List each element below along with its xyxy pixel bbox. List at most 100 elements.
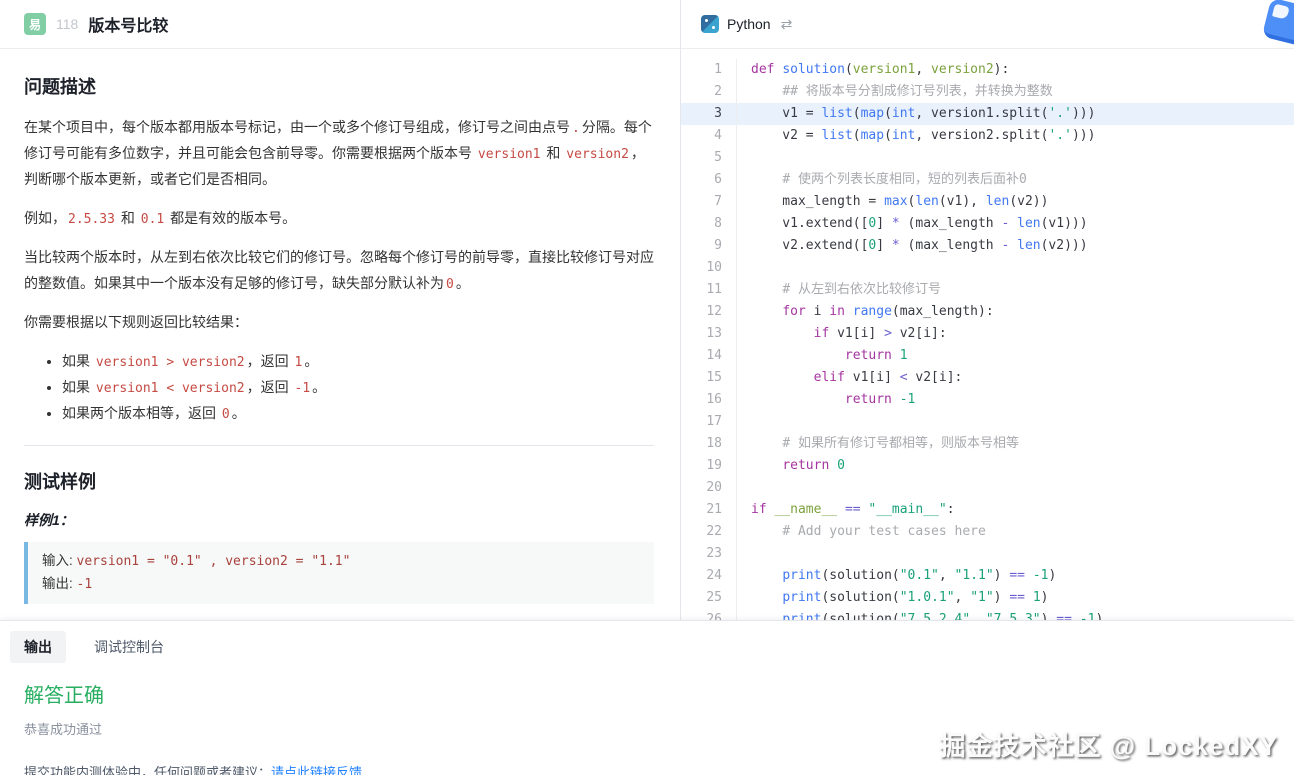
code-line[interactable]: 4 v2 = list(map(int, version2.split('.')… <box>681 125 1294 147</box>
code-line[interactable]: 22 # Add your test cases here <box>681 521 1294 543</box>
code-line[interactable]: 25 print(solution("1.0.1", "1") == 1) <box>681 587 1294 609</box>
code-line[interactable]: 23 <box>681 543 1294 565</box>
code-line[interactable]: 7 max_length = max(len(v1), len(v2)) <box>681 191 1294 213</box>
code-token: "1.1" <box>955 568 994 583</box>
code-token: len <box>986 194 1009 209</box>
console-tab-debug[interactable]: 调试控制台 <box>80 631 178 663</box>
code-token: < <box>900 370 908 385</box>
editor-header: Python ⇄ <box>681 0 1294 49</box>
code-token: -1 <box>900 392 916 407</box>
code-line[interactable]: 11 # 从左到右依次比较修订号 <box>681 279 1294 301</box>
code-line[interactable]: 14 return 1 <box>681 345 1294 367</box>
text-run: 。 <box>304 353 318 369</box>
code-token: ) <box>1041 590 1049 605</box>
line-number: 8 <box>681 213 737 235</box>
code-line-content: print(solution("1.0.1", "1") == 1) <box>737 587 1048 609</box>
code-line-content <box>737 147 751 169</box>
code-token: == <box>1056 612 1072 620</box>
code-token <box>751 612 782 620</box>
code-token: -1 <box>1033 568 1049 583</box>
code-line[interactable]: 24 print(solution("0.1", "1.1") == -1) <box>681 565 1294 587</box>
code-line-content: if __name__ == "__main__": <box>737 499 955 521</box>
code-token: int <box>892 106 915 121</box>
sample-box: 输入: version1 = "0.1" , version2 = "1.1" 输… <box>24 542 654 604</box>
code-line[interactable]: 12 for i in range(max_length): <box>681 301 1294 323</box>
code-line[interactable]: 19 return 0 <box>681 455 1294 477</box>
code-editor[interactable]: 1def solution(version1, version2):2 ## 将… <box>681 49 1294 620</box>
code-token: v1.extend([ <box>751 216 868 231</box>
code-token: (v2)) <box>1009 194 1048 209</box>
line-number: 1 <box>681 59 737 81</box>
code-line[interactable]: 26 print(solution("7.5.2.4", "7.5.3") ==… <box>681 609 1294 620</box>
code-token: for <box>782 304 805 319</box>
code-token: ] <box>876 216 892 231</box>
problem-body: 问题描述 在某个项目中，每个版本都用版本号标记，由一个或多个修订号组成，修订号之… <box>0 49 680 620</box>
text-run: 都是有效的版本号。 <box>166 210 296 226</box>
code-token <box>892 392 900 407</box>
code-line-content <box>737 257 751 279</box>
code-line-content: print(solution("7.5.2.4", "7.5.3") == -1… <box>737 609 1103 620</box>
code-token: ## 将版本号分割成修订号列表，并转换为整数 <box>782 84 1052 99</box>
sample-line: 输入: version1 = "0.1" , version2 = "1.1" <box>42 550 640 573</box>
code-line[interactable]: 21if __name__ == "__main__": <box>681 499 1294 521</box>
line-number: 7 <box>681 191 737 213</box>
code-token: (v2))) <box>1041 238 1088 253</box>
code-line[interactable]: 18 # 如果所有修订号都相等，则版本号相等 <box>681 433 1294 455</box>
code-token <box>845 304 853 319</box>
code-line[interactable]: 13 if v1[i] > v2[i]: <box>681 323 1294 345</box>
inline-code: 2.5.33 <box>66 212 117 227</box>
language-selector[interactable]: Python <box>727 16 771 32</box>
inline-code: version1 <box>476 147 543 162</box>
code-line-content <box>737 411 751 433</box>
description-paragraph: 当比较两个版本时，从左到右依次比较它们的修订号。忽略每个修订号的前导零，直接比较… <box>24 245 654 297</box>
sample-code: -1 <box>77 577 93 592</box>
text-run: 在某个项目中，每个版本都用版本号标记，由一个或多个修订号组成，修订号之间由点号 <box>24 119 570 135</box>
code-line[interactable]: 2 ## 将版本号分割成修订号列表，并转换为整数 <box>681 81 1294 103</box>
code-token: solution <box>782 62 845 77</box>
console-tabs: 输出调试控制台 <box>10 631 1270 663</box>
swap-language-icon[interactable]: ⇄ <box>781 16 793 33</box>
code-line[interactable]: 5 <box>681 147 1294 169</box>
code-token: return <box>782 458 829 473</box>
code-line[interactable]: 16 return -1 <box>681 389 1294 411</box>
code-token: (v1))) <box>1041 216 1088 231</box>
code-token <box>751 282 782 297</box>
code-line[interactable]: 20 <box>681 477 1294 499</box>
code-token: v1[i] <box>845 370 900 385</box>
code-line[interactable]: 10 <box>681 257 1294 279</box>
line-number: 16 <box>681 389 737 411</box>
code-line[interactable]: 9 v2.extend([0] * (max_length - len(v2))… <box>681 235 1294 257</box>
inline-code: 0 <box>220 407 232 422</box>
inline-code: -1 <box>293 381 313 396</box>
rule-item: 如果两个版本相等，返回 0。 <box>62 401 654 427</box>
code-line[interactable]: 1def solution(version1, version2): <box>681 59 1294 81</box>
line-number: 26 <box>681 609 737 620</box>
sample-prefix: 输出: <box>42 576 77 591</box>
code-line[interactable]: 17 <box>681 411 1294 433</box>
text-run: 如果 <box>62 353 94 369</box>
console-tab-output[interactable]: 输出 <box>10 631 66 663</box>
code-token: __name__ <box>774 502 837 517</box>
inline-code: version2 <box>564 147 631 162</box>
code-line[interactable]: 15 elif v1[i] < v2[i]: <box>681 367 1294 389</box>
code-line[interactable]: 3 v1 = list(map(int, version1.split('.')… <box>681 103 1294 125</box>
feedback-link[interactable]: 请点此链接反馈 <box>271 765 362 775</box>
line-number: 24 <box>681 565 737 587</box>
code-token: # 使两个列表长度相同，短的列表后面补0 <box>782 172 1026 187</box>
code-token <box>892 348 900 363</box>
code-token <box>837 502 845 517</box>
code-token: (v1), <box>939 194 986 209</box>
code-line[interactable]: 6 # 使两个列表长度相同，短的列表后面补0 <box>681 169 1294 191</box>
code-line-content: v1.extend([0] * (max_length - len(v1))) <box>737 213 1088 235</box>
code-token: if <box>814 326 830 341</box>
code-line[interactable]: 8 v1.extend([0] * (max_length - len(v1))… <box>681 213 1294 235</box>
section-divider <box>24 445 654 446</box>
code-token <box>751 590 782 605</box>
editor-panel: Python ⇄ 1def solution(version1, version… <box>681 0 1294 620</box>
code-token: , <box>955 590 971 605</box>
main-split: 易 118 版本号比较 问题描述 在某个项目中，每个版本都用版本号标记，由一个或… <box>0 0 1294 620</box>
line-number: 25 <box>681 587 737 609</box>
code-line-content: max_length = max(len(v1), len(v2)) <box>737 191 1048 213</box>
code-token: ( <box>884 106 892 121</box>
code-token: '.' <box>1048 128 1071 143</box>
